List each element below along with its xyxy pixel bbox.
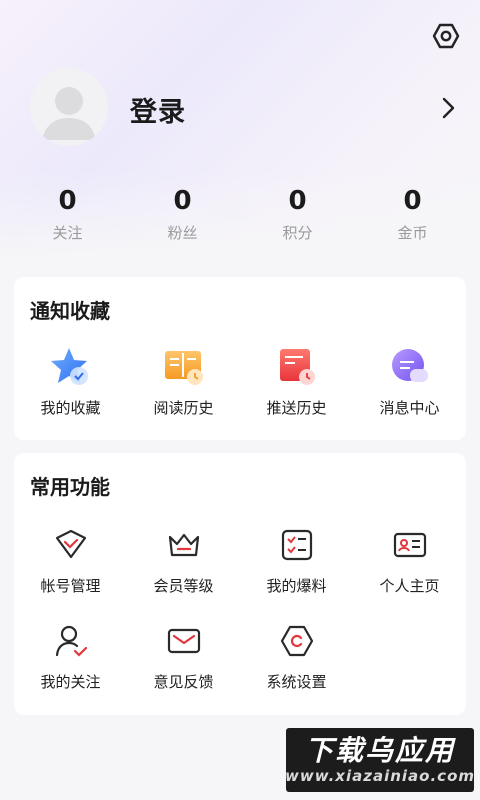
stat-points[interactable]: 0 积分 [240, 184, 355, 243]
chevron-right-icon [442, 97, 455, 119]
watermark-url: www.xiazainiao.com [284, 767, 476, 785]
reading-history-item[interactable]: 阅读历史 [127, 345, 240, 418]
stat-label: 积分 [282, 224, 313, 242]
id-card-icon [393, 532, 426, 558]
my-collection-item[interactable]: 我的收藏 [14, 345, 127, 418]
functions-row-2: 我的关注 意见反馈 系统设置 [14, 619, 466, 692]
system-settings-item[interactable]: 系统设置 [240, 619, 353, 692]
default-avatar-icon [30, 68, 108, 146]
checklist-icon [281, 529, 312, 561]
account-management-item[interactable]: 帐号管理 [14, 523, 127, 596]
message-center-item[interactable]: 消息中心 [353, 345, 466, 418]
item-label: 个人主页 [379, 577, 440, 595]
item-label: 帐号管理 [40, 577, 101, 595]
item-label: 会员等级 [153, 577, 214, 595]
section-title: 通知收藏 [30, 299, 110, 323]
stat-value: 0 [288, 186, 307, 216]
item-label: 推送历史 [266, 399, 327, 417]
functions-row-1: 帐号管理 会员等级 我的爆料 个人主页 [14, 523, 466, 596]
my-tips-item[interactable]: 我的爆料 [240, 523, 353, 596]
profile-chevron[interactable] [438, 96, 458, 120]
stat-fans[interactable]: 0 粉丝 [125, 184, 240, 243]
stat-value: 0 [403, 186, 422, 216]
personal-homepage-item[interactable]: 个人主页 [353, 523, 466, 596]
avatar[interactable] [30, 68, 108, 146]
item-label: 意见反馈 [153, 673, 214, 691]
stat-label: 粉丝 [167, 224, 198, 242]
item-label: 我的爆料 [266, 577, 327, 595]
stat-following[interactable]: 0 关注 [10, 184, 125, 243]
stat-label: 金币 [397, 224, 428, 242]
item-label: 阅读历史 [153, 399, 214, 417]
common-functions-card: 常用功能 帐号管理 会员等级 我的爆料 个人主页 我的关注 意见反馈 系统设置 [14, 453, 466, 715]
push-history-item[interactable]: 推送历史 [240, 345, 353, 418]
item-label: 我的关注 [40, 673, 101, 691]
stat-value: 0 [173, 186, 192, 216]
account-shield-icon [55, 529, 86, 559]
item-label: 消息中心 [379, 399, 440, 417]
feedback-item[interactable]: 意见反馈 [127, 619, 240, 692]
section-title: 常用功能 [30, 475, 110, 499]
user-check-icon [55, 625, 87, 657]
message-bubble-icon [391, 349, 428, 382]
login-link[interactable]: 登录 [130, 90, 186, 129]
settings-hexagon-icon [280, 625, 313, 657]
push-history-icon [279, 349, 315, 385]
item-label: 系统设置 [266, 673, 327, 691]
mail-icon [167, 628, 200, 654]
item-label: 我的收藏 [40, 399, 101, 417]
notify-collect-card: 通知收藏 我的收藏 阅读历史 推送历史 消息中心 [14, 277, 466, 440]
stat-value: 0 [58, 186, 77, 216]
stat-label: 关注 [52, 224, 83, 242]
notify-grid: 我的收藏 阅读历史 推送历史 消息中心 [14, 345, 466, 418]
watermark-logo: 下载乌应用 www.xiazainiao.com [284, 728, 476, 792]
hexagon-settings-icon [432, 23, 460, 49]
stat-coins[interactable]: 0 金币 [355, 184, 470, 243]
membership-level-item[interactable]: 会员等级 [127, 523, 240, 596]
my-following-item[interactable]: 我的关注 [14, 619, 127, 692]
book-history-icon [164, 351, 203, 385]
stats-row: 0 关注 0 粉丝 0 积分 0 金币 [10, 184, 470, 243]
watermark-title: 下载乌应用 [304, 734, 455, 767]
star-collection-icon [50, 348, 88, 385]
crown-icon [168, 533, 199, 557]
settings-button[interactable] [428, 18, 464, 54]
